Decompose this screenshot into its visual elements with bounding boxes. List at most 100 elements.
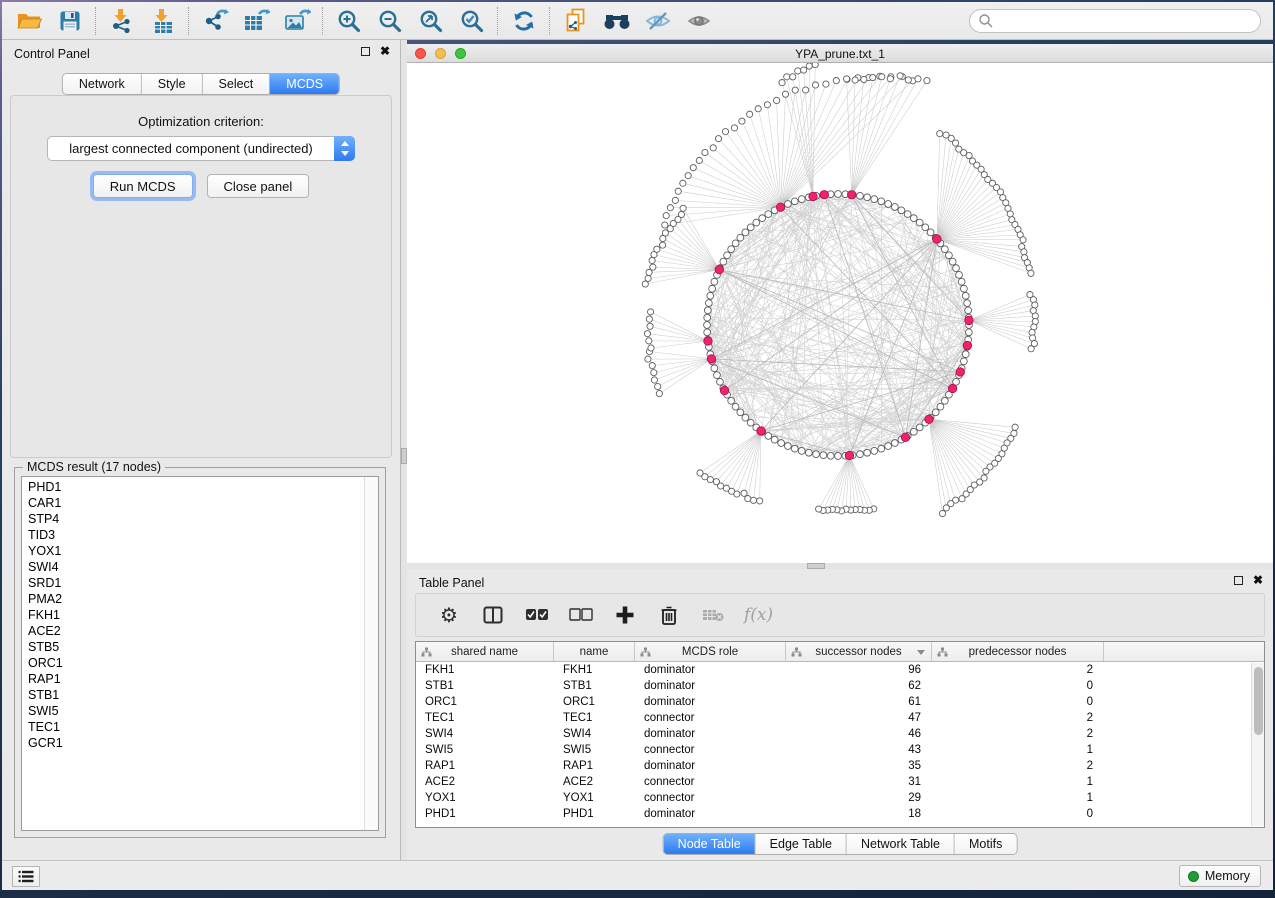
table-cell: 47: [786, 712, 932, 724]
mcds-result-item[interactable]: RAP1: [28, 671, 378, 687]
show-all-button[interactable]: [678, 4, 719, 38]
table-cell: STB1: [554, 680, 635, 692]
zoom-out-button[interactable]: [369, 4, 410, 38]
node-table: shared namenameMCDS rolesuccessor nodesp…: [415, 641, 1265, 828]
mcds-result-item[interactable]: ACE2: [28, 623, 378, 639]
table-row[interactable]: TEC1TEC1connector472: [416, 710, 1264, 726]
table-row[interactable]: FKH1FKH1dominator962: [416, 662, 1264, 678]
zoom-selected-button[interactable]: [451, 4, 492, 38]
network-title: YPA_prune.txt_1: [407, 47, 1273, 61]
table-cell: ORC1: [554, 696, 635, 708]
tab-motifs[interactable]: Motifs: [955, 834, 1016, 854]
table-cell: YOX1: [554, 792, 635, 804]
network-window: YPA_prune.txt_1: [407, 44, 1273, 563]
mcds-result-item[interactable]: ORC1: [28, 655, 378, 671]
table-toolbar: ⚙: [415, 593, 1265, 637]
float-panel-icon[interactable]: [361, 47, 370, 56]
mcds-result-list[interactable]: PHD1CAR1STP4TID3YOX1SWI4SRD1PMA2FKH1ACE2…: [21, 476, 379, 831]
function-builder-button[interactable]: f(x): [744, 600, 773, 630]
search-input[interactable]: [994, 12, 1260, 30]
tab-mcds[interactable]: MCDS: [270, 74, 339, 94]
add-column-button[interactable]: [612, 600, 638, 630]
zoom-fit-button[interactable]: [410, 4, 451, 38]
table-cell: 35: [786, 760, 932, 772]
mcds-result-item[interactable]: STP4: [28, 511, 378, 527]
copy-network-button[interactable]: [555, 4, 596, 38]
refresh-view-button[interactable]: [503, 4, 544, 38]
close-panel-button[interactable]: Close panel: [207, 174, 310, 198]
table-row[interactable]: STB1STB1dominator620: [416, 678, 1264, 694]
unselect-all-columns-button[interactable]: [568, 600, 594, 630]
network-search-box[interactable]: [969, 9, 1261, 33]
float-panel-icon[interactable]: [1234, 576, 1243, 585]
mcds-result-item[interactable]: FKH1: [28, 607, 378, 623]
close-panel-icon[interactable]: ✖: [380, 46, 390, 56]
search-network-button[interactable]: [596, 4, 637, 38]
table-row[interactable]: ORC1ORC1dominator610: [416, 694, 1264, 710]
mcds-result-item[interactable]: SWI5: [28, 703, 378, 719]
import-table-button[interactable]: [142, 4, 183, 38]
close-panel-icon[interactable]: ✖: [1253, 575, 1263, 585]
column-header-MCDS-role[interactable]: MCDS role: [635, 642, 786, 661]
mcds-result-item[interactable]: CAR1: [28, 495, 378, 511]
mcds-result-item[interactable]: SRD1: [28, 575, 378, 591]
table-row[interactable]: ACE2ACE2connector311: [416, 774, 1264, 790]
table-settings-button[interactable]: ⚙: [436, 600, 462, 630]
table-cell: 31: [786, 776, 932, 788]
column-header-shared-name[interactable]: shared name: [416, 642, 554, 661]
mcds-result-item[interactable]: PMA2: [28, 591, 378, 607]
hide-selected-button[interactable]: [637, 4, 678, 38]
table-scrollbar[interactable]: [1251, 663, 1264, 826]
memory-button[interactable]: Memory: [1179, 865, 1261, 887]
table-row[interactable]: YOX1YOX1connector291: [416, 790, 1264, 806]
table-cell: SWI4: [416, 728, 554, 740]
column-header-successor-nodes[interactable]: successor nodes: [786, 642, 932, 661]
column-header-name[interactable]: name: [554, 642, 635, 661]
tab-network-table[interactable]: Network Table: [847, 834, 955, 854]
import-network-icon: [109, 8, 135, 34]
open-session-button[interactable]: [8, 4, 49, 38]
network-canvas[interactable]: [407, 63, 1273, 563]
mcds-result-item[interactable]: PHD1: [28, 479, 378, 495]
mcds-result-item[interactable]: STB1: [28, 687, 378, 703]
mcds-result-item[interactable]: TEC1: [28, 719, 378, 735]
status-bar: Memory: [2, 860, 1273, 890]
table-scrollbar-thumb[interactable]: [1254, 667, 1263, 735]
table-row[interactable]: PHD1PHD1dominator180: [416, 806, 1264, 822]
control-panel-tabs: NetworkStyleSelectMCDS: [62, 73, 340, 95]
export-network-button[interactable]: [194, 4, 235, 38]
show-columns-button[interactable]: [480, 600, 506, 630]
export-image-button[interactable]: [276, 4, 317, 38]
optimization-select[interactable]: largest connected component (undirected): [47, 136, 355, 161]
delete-column-button[interactable]: [656, 600, 682, 630]
table-cell: connector: [635, 776, 786, 788]
gear-icon: ⚙: [440, 605, 458, 625]
tab-node-table[interactable]: Node Table: [664, 834, 756, 854]
mcds-result-item[interactable]: SWI4: [28, 559, 378, 575]
zoom-in-button[interactable]: [328, 4, 369, 38]
column-header-predecessor-nodes[interactable]: predecessor nodes: [932, 642, 1104, 661]
table-row[interactable]: SWI5SWI5connector431: [416, 742, 1264, 758]
save-session-button[interactable]: [49, 4, 90, 38]
mcds-result-item[interactable]: STB5: [28, 639, 378, 655]
select-all-columns-button[interactable]: [524, 600, 550, 630]
tab-style[interactable]: Style: [142, 74, 203, 94]
task-history-button[interactable]: [12, 866, 40, 887]
table-row[interactable]: SWI4SWI4dominator462: [416, 726, 1264, 742]
mcds-result-item[interactable]: GCR1: [28, 735, 378, 751]
delete-table-button[interactable]: [700, 600, 726, 630]
run-mcds-button[interactable]: Run MCDS: [93, 174, 193, 198]
binoculars-icon: [602, 9, 632, 33]
eye-slash-icon: [644, 9, 672, 33]
table-cell: 2: [932, 760, 1104, 772]
export-table-button[interactable]: [235, 4, 276, 38]
mcds-result-item[interactable]: YOX1: [28, 543, 378, 559]
tab-network[interactable]: Network: [63, 74, 142, 94]
tab-edge-table[interactable]: Edge Table: [756, 834, 847, 854]
import-network-button[interactable]: [101, 4, 142, 38]
mcds-result-item[interactable]: TID3: [28, 527, 378, 543]
tab-select[interactable]: Select: [203, 74, 271, 94]
memory-status-icon: [1188, 871, 1199, 882]
result-list-scrollbar[interactable]: [364, 477, 378, 830]
table-row[interactable]: RAP1RAP1dominator352: [416, 758, 1264, 774]
